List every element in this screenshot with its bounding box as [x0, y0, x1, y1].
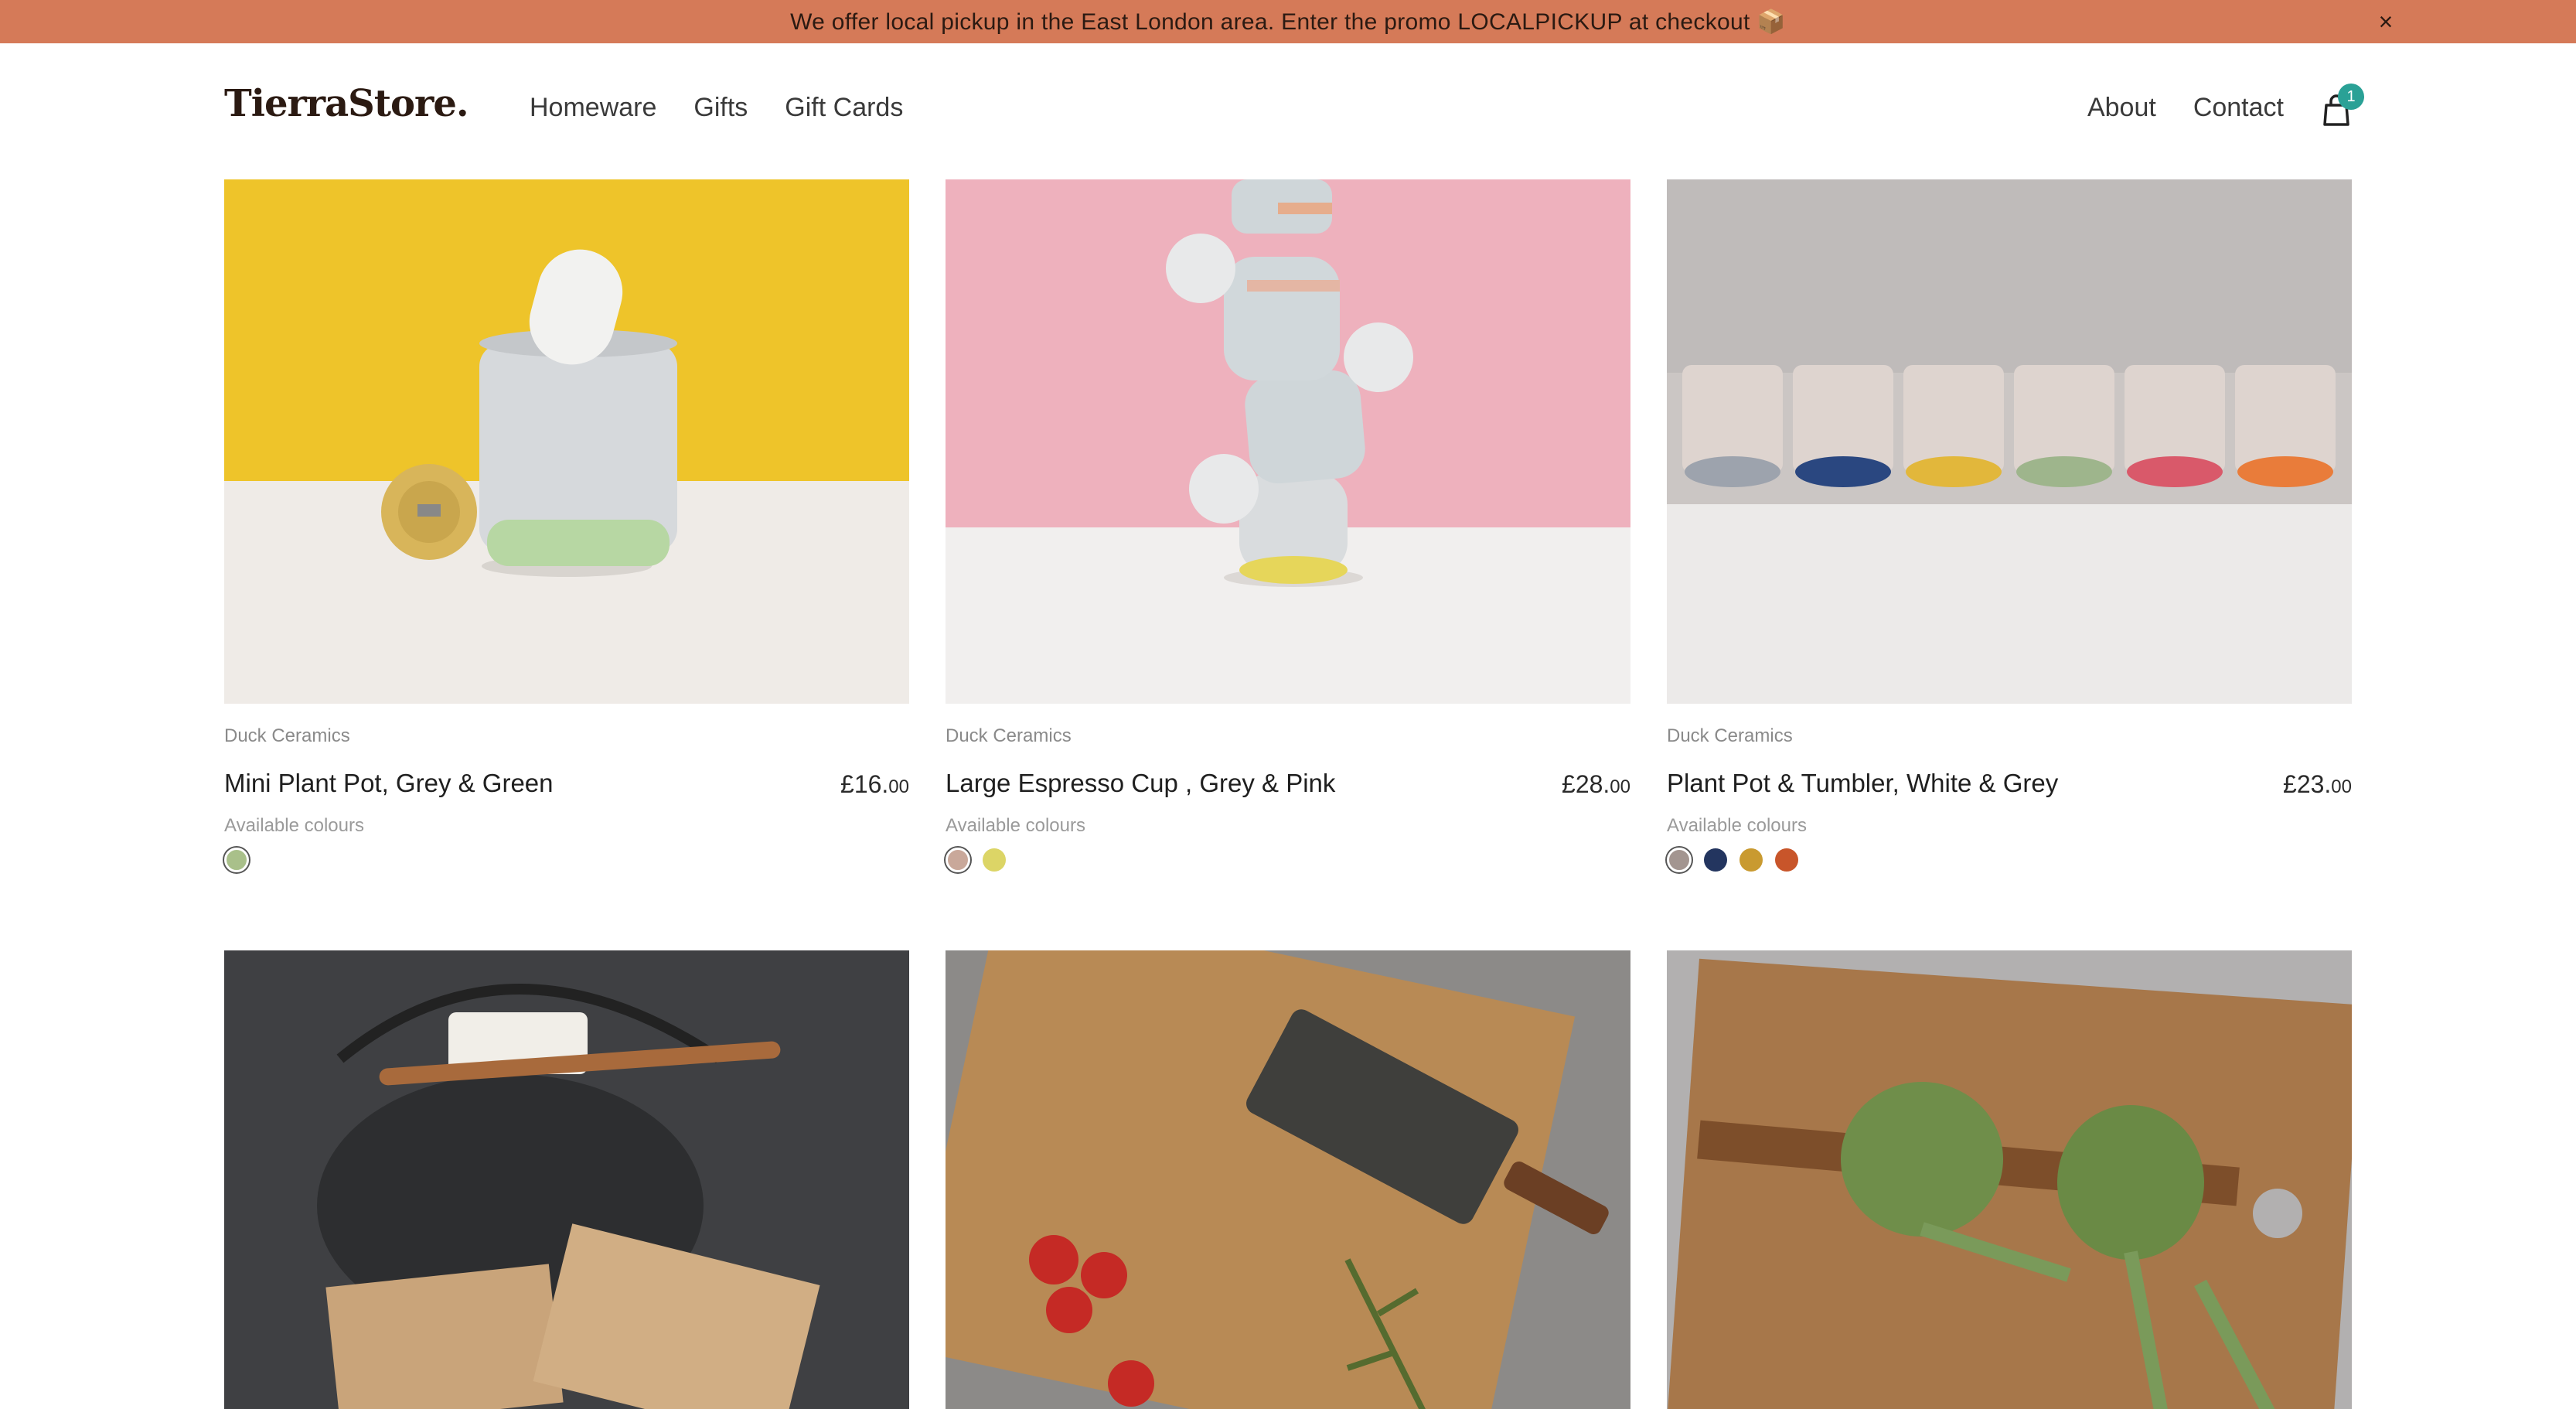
product-title[interactable]: Plant Pot & Tumbler, White & Grey — [1667, 769, 2058, 798]
colour-swatch[interactable] — [1739, 848, 1763, 872]
promo-bar: We offer local pickup in the East London… — [0, 0, 2576, 43]
colour-swatch[interactable] — [983, 848, 1006, 872]
price-main: £28. — [1562, 770, 1610, 798]
product-card[interactable] — [1667, 950, 2352, 1409]
price-pence: 00 — [1610, 776, 1630, 797]
product-card[interactable] — [224, 950, 909, 1409]
product-brand: Duck Ceramics — [946, 725, 1072, 746]
product-image[interactable] — [224, 950, 909, 1409]
price-pence: 00 — [888, 776, 909, 797]
product-price: £23.00 — [2283, 770, 2352, 799]
colour-swatches — [224, 848, 249, 872]
promo-text: We offer local pickup in the East London… — [790, 9, 1786, 35]
product-title[interactable]: Mini Plant Pot, Grey & Green — [224, 769, 554, 798]
nav-about[interactable]: About — [2087, 93, 2156, 123]
nav-homeware[interactable]: Homeware — [530, 93, 656, 123]
colour-swatches — [1667, 848, 1798, 872]
nav-gift-cards[interactable]: Gift Cards — [785, 93, 903, 123]
close-icon[interactable]: × — [2370, 6, 2401, 37]
available-colours-label: Available colours — [946, 815, 1085, 836]
store-logo[interactable]: TierraStore. — [224, 82, 469, 125]
product-image[interactable] — [946, 950, 1630, 1409]
primary-nav: Homeware Gifts Gift Cards — [530, 93, 903, 123]
product-price: £28.00 — [1562, 770, 1630, 799]
product-title[interactable]: Large Espresso Cup , Grey & Pink — [946, 769, 1335, 798]
product-image[interactable] — [224, 179, 909, 704]
product-card[interactable]: Duck Ceramics Large Espresso Cup , Grey … — [946, 179, 1630, 872]
colour-swatch[interactable] — [1704, 848, 1727, 872]
price-main: £16. — [840, 770, 889, 798]
colour-swatch[interactable] — [1667, 848, 1692, 872]
product-image[interactable] — [1667, 179, 2352, 704]
nav-gifts[interactable]: Gifts — [693, 93, 748, 123]
product-card[interactable]: Duck Ceramics Mini Plant Pot, Grey & Gre… — [224, 179, 909, 872]
available-colours-label: Available colours — [224, 815, 364, 836]
cart-count-badge: 1 — [2338, 84, 2364, 110]
colour-swatch[interactable] — [224, 848, 249, 872]
secondary-nav: About Contact — [2087, 93, 2284, 123]
product-image[interactable] — [1667, 950, 2352, 1409]
colour-swatch[interactable] — [1775, 848, 1798, 872]
product-card[interactable]: Duck Ceramics Plant Pot & Tumbler, White… — [1667, 179, 2352, 872]
nav-contact[interactable]: Contact — [2193, 93, 2284, 123]
product-brand: Duck Ceramics — [224, 725, 350, 746]
available-colours-label: Available colours — [1667, 815, 1807, 836]
price-main: £23. — [2283, 770, 2332, 798]
product-brand: Duck Ceramics — [1667, 725, 1793, 746]
product-image[interactable] — [946, 179, 1630, 704]
colour-swatch[interactable] — [946, 848, 970, 872]
site-header: TierraStore. Homeware Gifts Gift Cards A… — [0, 43, 2576, 176]
price-pence: 00 — [2331, 776, 2352, 797]
cart-button[interactable]: 1 — [2321, 84, 2364, 127]
colour-swatches — [946, 848, 1006, 872]
product-card[interactable] — [946, 950, 1630, 1409]
product-price: £16.00 — [840, 770, 909, 799]
